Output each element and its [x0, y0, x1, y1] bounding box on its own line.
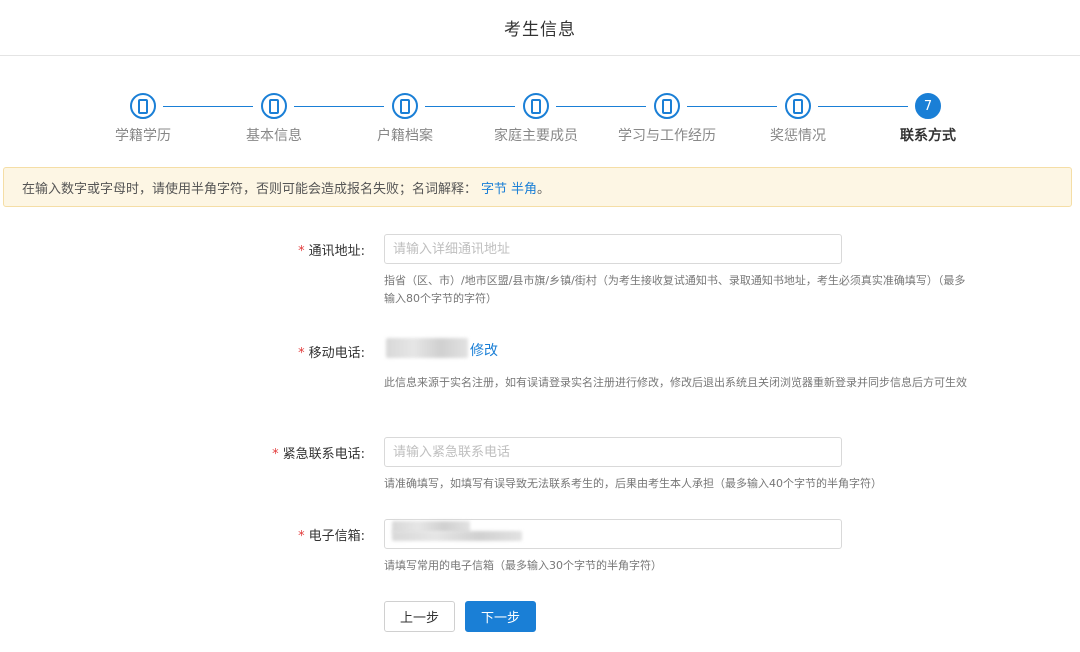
emergency-hint: 请准确填写，如填写有误导致无法联系考生的，后果由考生本人承担（最多输入40个字节…	[384, 477, 882, 490]
step-family-members[interactable]: 家庭主要成员	[471, 93, 601, 145]
mobile-value-redacted	[386, 338, 468, 358]
step-study-work[interactable]: 学习与工作经历	[602, 93, 732, 145]
mobile-label: * 移动电话:	[165, 342, 365, 361]
step-progress: 学籍学历 基本信息 户籍档案 家庭主要成员 学习与工作经历 奖惩情况 7 联系方…	[0, 93, 1080, 153]
step-label: 奖惩情况	[770, 128, 826, 144]
address-hint: 指省（区、市）/地市区盟/县市旗/乡镇/街村（为考生接收复试通知书、录取通知书地…	[384, 274, 966, 305]
step-student-status[interactable]: 学籍学历	[78, 93, 208, 145]
phone-icon	[261, 93, 287, 119]
step-rewards[interactable]: 奖惩情况	[733, 93, 863, 145]
required-mark: *	[298, 244, 305, 259]
required-mark: *	[272, 447, 279, 462]
emergency-label: * 紧急联系电话:	[165, 443, 365, 462]
emergency-label-text: 紧急联系电话:	[282, 447, 365, 462]
step-label: 联系方式	[900, 128, 956, 144]
email-hint: 请填写常用的电子信箱（最多输入30个字节的半角字符）	[384, 559, 662, 572]
step-number: 7	[915, 93, 941, 119]
step-contact[interactable]: 7 联系方式	[863, 93, 993, 145]
emergency-phone-input[interactable]	[384, 437, 842, 467]
notice-tail: 。	[537, 181, 551, 197]
required-mark: *	[298, 529, 305, 544]
email-label: * 电子信箱:	[165, 525, 365, 544]
mobile-hint: 此信息来源于实名注册，如有误请登录实名注册进行修改，修改后退出系统且关闭浏览器重…	[384, 376, 967, 389]
next-step-button[interactable]: 下一步	[465, 601, 536, 632]
notice-text: 在输入数字或字母时，请使用半角字符，否则可能会造成报名失败；名词解释：	[22, 181, 478, 197]
half-width-link[interactable]: 半角	[511, 178, 537, 197]
edit-mobile-link[interactable]: 修改	[470, 340, 498, 360]
prev-step-button[interactable]: 上一步	[384, 601, 455, 632]
mobile-label-text: 移动电话:	[308, 346, 365, 361]
step-label: 学习与工作经历	[618, 128, 716, 144]
phone-icon	[392, 93, 418, 119]
step-label: 家庭主要成员	[494, 128, 578, 144]
page-header: 考生信息	[0, 0, 1080, 56]
address-input[interactable]	[384, 234, 842, 264]
phone-icon	[523, 93, 549, 119]
step-household-record[interactable]: 户籍档案	[340, 93, 470, 145]
step-label: 基本信息	[246, 128, 302, 144]
phone-icon	[654, 93, 680, 119]
step-basic-info[interactable]: 基本信息	[209, 93, 339, 145]
byte-link[interactable]: 字节	[481, 178, 507, 197]
required-mark: *	[298, 346, 305, 361]
email-value-redacted	[392, 531, 522, 541]
address-label-text: 通讯地址:	[308, 244, 365, 259]
email-label-text: 电子信箱:	[308, 529, 365, 544]
address-label: * 通讯地址:	[165, 240, 365, 259]
step-label: 户籍档案	[377, 128, 433, 144]
step-label: 学籍学历	[115, 128, 171, 144]
page-title: 考生信息	[504, 20, 576, 40]
phone-icon	[785, 93, 811, 119]
phone-icon	[130, 93, 156, 119]
half-width-notice: 在输入数字或字母时，请使用半角字符，否则可能会造成报名失败；名词解释： 字节 半…	[3, 167, 1072, 207]
